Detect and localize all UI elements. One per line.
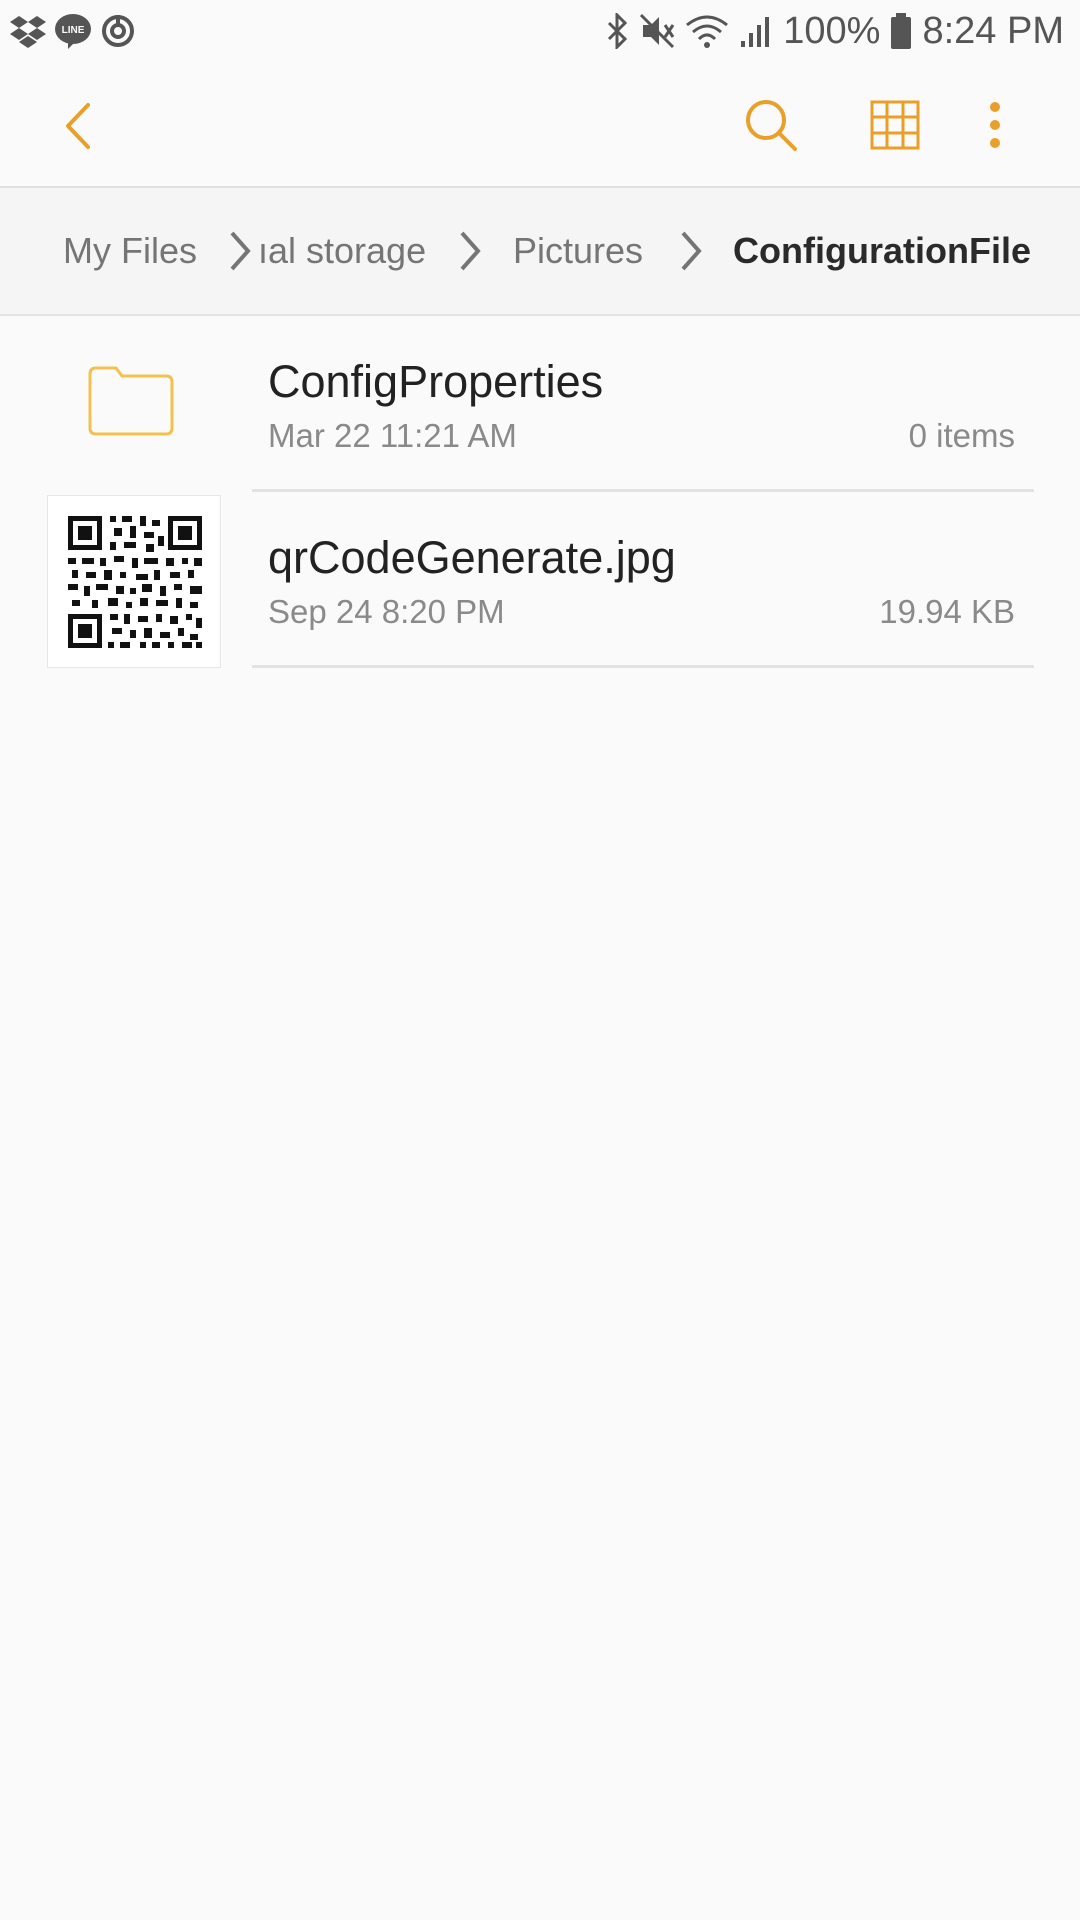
image-thumbnail [47, 495, 221, 668]
status-bar: LINE 100% 8:24 PM [0, 0, 1080, 62]
sync-icon [100, 13, 136, 49]
mute-icon [639, 13, 675, 49]
breadcrumb-item-current: ConfigurationFile [733, 230, 1031, 271]
battery-icon [890, 13, 912, 49]
grid-view-icon [870, 100, 920, 155]
file-size: 19.94 KB [879, 593, 1015, 630]
wifi-icon [685, 13, 729, 49]
line-icon: LINE [54, 13, 92, 49]
app-toolbar [0, 62, 1080, 188]
breadcrumb-item-internal-storage[interactable]: ıal storage [258, 188, 426, 314]
breadcrumb: My Files ıal storage Pictures Configurat… [0, 188, 1080, 314]
item-count: 0 items [908, 417, 1015, 454]
grid-view-button[interactable] [862, 92, 928, 162]
signal-icon [739, 13, 773, 49]
breadcrumb-item-pictures[interactable]: Pictures [513, 188, 643, 314]
breadcrumb-item-my-files[interactable]: My Files [63, 188, 197, 314]
search-icon [743, 97, 799, 158]
dropbox-icon [10, 14, 46, 48]
qr-code-icon [68, 516, 202, 648]
more-options-button[interactable] [975, 92, 1015, 162]
more-vert-icon [988, 100, 1002, 155]
battery-percent: 100% [783, 9, 881, 52]
chevron-right-icon [675, 230, 705, 272]
chevron-left-icon [60, 101, 100, 156]
file-date: Mar 22 11:21 AM [268, 417, 517, 454]
row-divider [252, 665, 1034, 668]
system-icons: 100% 8:24 PM [605, 10, 1064, 53]
bluetooth-icon [605, 13, 629, 49]
file-name: qrCodeGenerate.jpg [268, 532, 676, 583]
chevron-right-icon [224, 230, 254, 272]
search-button[interactable] [736, 92, 806, 162]
back-button[interactable] [50, 98, 110, 158]
notification-icons: LINE [10, 13, 136, 49]
file-date: Sep 24 8:20 PM [268, 593, 505, 630]
list-item-folder[interactable]: ConfigProperties Mar 22 11:21 AM 0 items [0, 316, 1080, 492]
file-name: ConfigProperties [268, 356, 604, 407]
chevron-right-icon [454, 230, 484, 272]
folder-icon [86, 364, 176, 443]
clock: 8:24 PM [922, 9, 1064, 52]
svg-text:LINE: LINE [62, 25, 85, 36]
